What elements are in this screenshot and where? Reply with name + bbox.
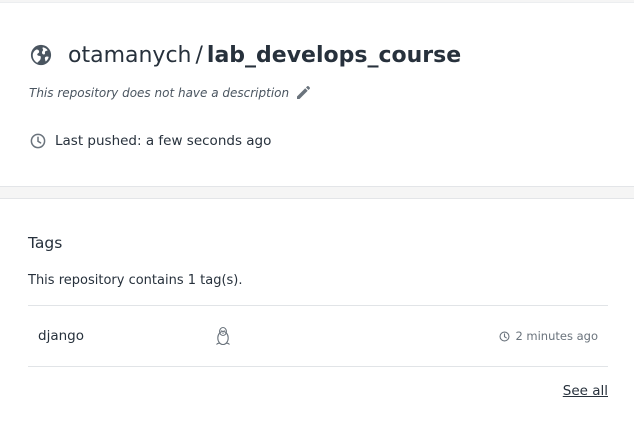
tag-updated-time: 2 minutes ago xyxy=(499,329,598,343)
repository-description: This repository does not have a descript… xyxy=(29,86,290,100)
tag-name[interactable]: django xyxy=(38,328,84,344)
repository-name: lab_develops_course xyxy=(206,42,462,68)
tags-heading: Tags xyxy=(28,234,63,252)
see-all-link[interactable]: See all xyxy=(563,383,608,399)
divider xyxy=(28,366,608,367)
tags-card: Tags This repository contains 1 tag(s). … xyxy=(0,198,634,430)
clock-icon xyxy=(499,330,510,342)
linux-tux-icon xyxy=(216,326,230,346)
globe-icon xyxy=(30,44,52,66)
tags-count-text: This repository contains 1 tag(s). xyxy=(28,273,243,288)
repository-title: otamanych / lab_develops_course xyxy=(30,39,461,71)
clock-icon xyxy=(30,133,46,149)
tag-row[interactable]: django 2 minutes ago xyxy=(28,306,608,366)
edit-pencil-icon[interactable] xyxy=(295,85,311,101)
repository-header-card: otamanych / lab_develops_course This rep… xyxy=(0,2,634,187)
path-separator: / xyxy=(195,42,203,68)
tag-time-text: 2 minutes ago xyxy=(515,329,598,343)
last-pushed-info: Last pushed: a few seconds ago xyxy=(30,133,271,149)
repository-owner-link[interactable]: otamanych xyxy=(68,43,191,68)
last-pushed-text: Last pushed: a few seconds ago xyxy=(55,133,272,149)
